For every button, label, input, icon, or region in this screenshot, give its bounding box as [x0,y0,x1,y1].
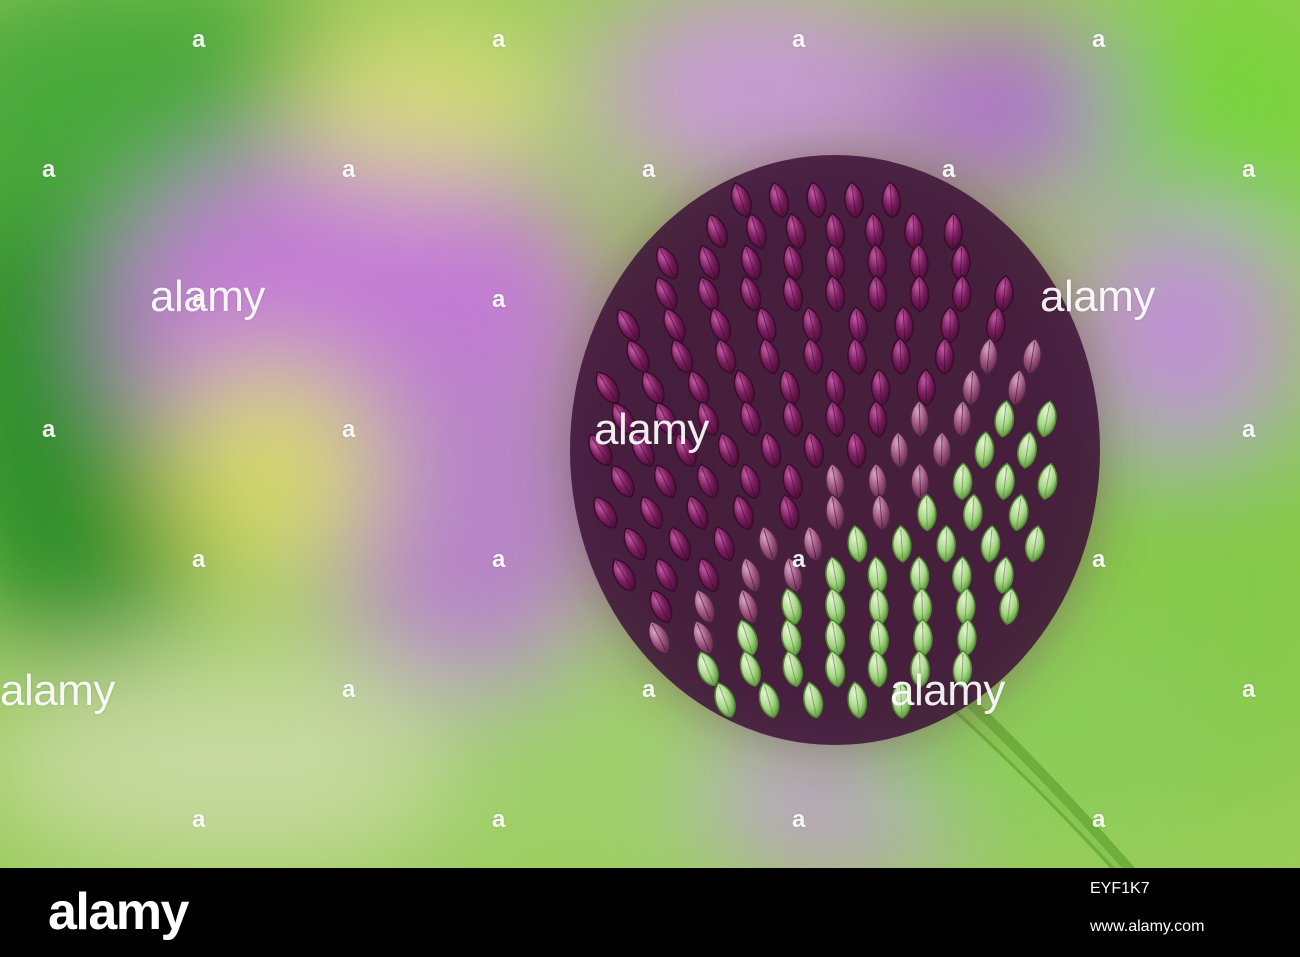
watermark-mark: a [792,806,805,833]
watermark-mark: a [642,156,655,183]
watermark-mark: a [942,156,955,183]
watermark-mark: a [492,546,505,573]
watermark-mark: a [192,806,205,833]
watermark-mark: a [792,546,805,573]
watermark-mark: a [492,26,505,53]
flower-bud-vein [926,497,928,528]
watermark-mark: a [1242,156,1255,183]
watermark: alamy [150,272,265,321]
watermark-mark: a [1242,676,1255,703]
watermark-mark: a [1092,806,1105,833]
watermark-mark: a [342,416,355,443]
watermark-mark: a [792,26,805,53]
footer-logo: alamy [48,883,189,941]
watermark-mark: a [1092,26,1105,53]
watermark-mark: a [1092,546,1105,573]
flower-bud-vein [949,309,951,341]
watermark-mark: a [42,416,55,443]
flower-bud-vein [925,372,927,403]
watermark-mark: a [42,156,55,183]
watermark-mark: a [642,676,655,703]
watermark: alamy [1040,272,1155,321]
watermark-mark: a [192,286,205,313]
watermark-mark: a [192,546,205,573]
watermark-mark: a [492,806,505,833]
watermark-mark: a [1242,416,1255,443]
image-id: EYF1K7 [1090,880,1150,897]
watermark: alamy [890,666,1005,715]
watermark: alamy [594,405,709,454]
watermark-mark: a [342,676,355,703]
footer-url: www.alamy.com [1090,918,1205,935]
watermark: alamy [0,666,115,715]
watermark-mark: a [342,156,355,183]
watermark-mark: a [492,286,505,313]
footer-bar: alamy EYF1K7 www.alamy.com [0,868,1300,957]
watermark-mark: a [192,26,205,53]
photo: alamy alamy alamy alamy alamy a a a a a a a a a a… [0,0,1300,868]
